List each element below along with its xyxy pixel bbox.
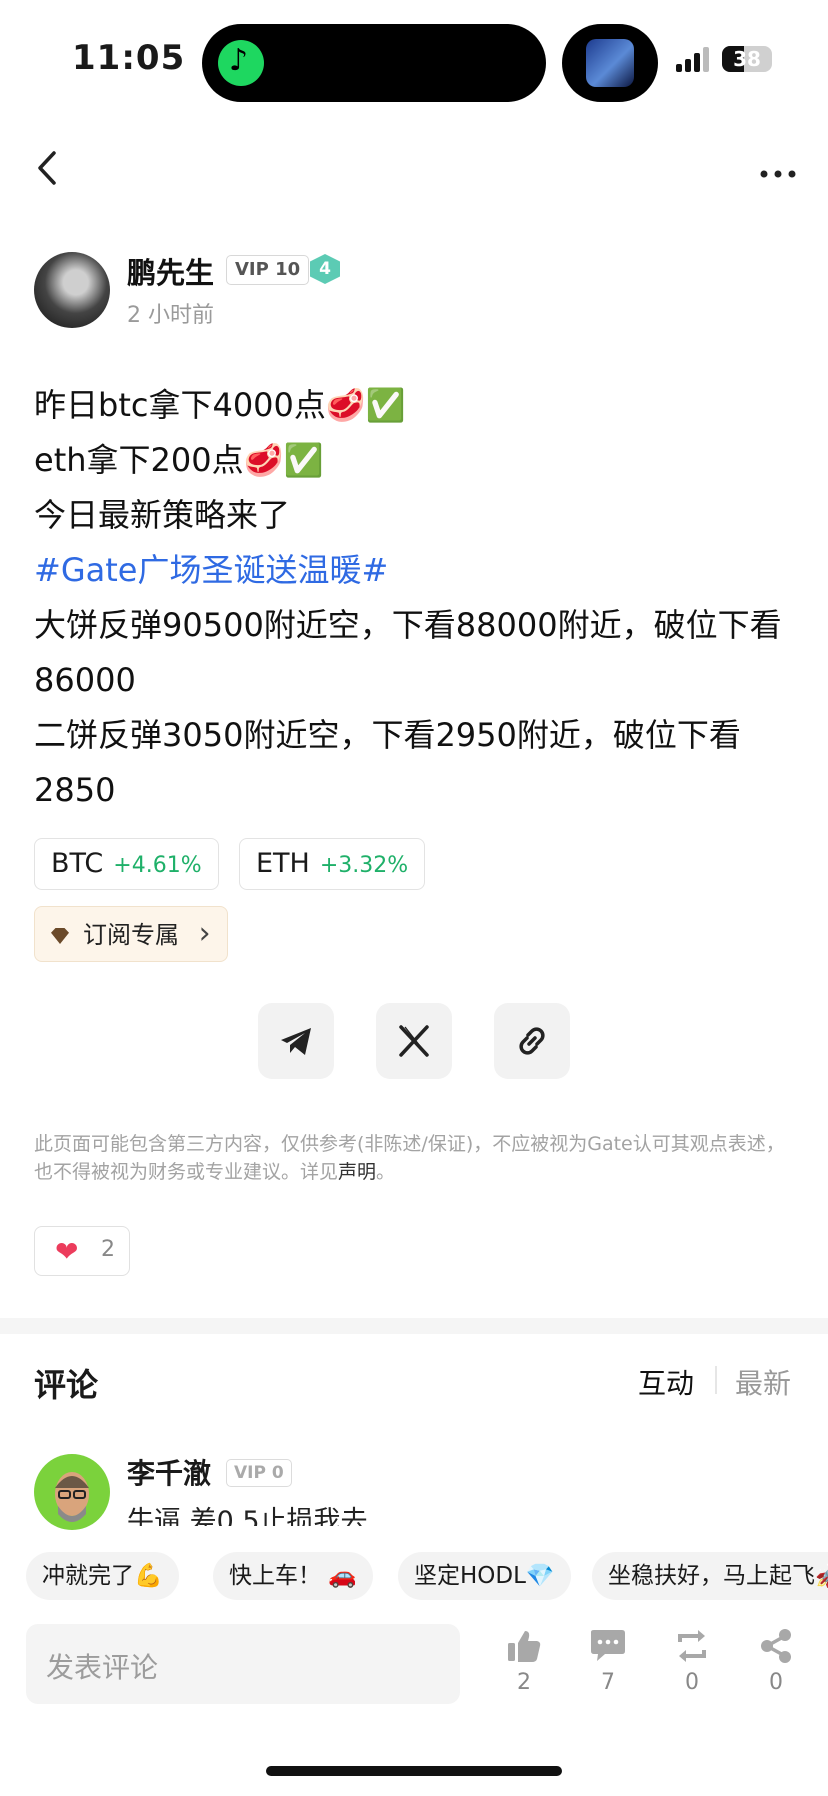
thumbs-up-icon: [508, 1631, 541, 1662]
dynamic-island: [202, 24, 546, 102]
statement-link[interactable]: 声明: [338, 1161, 376, 1183]
chevron-right-icon: ›: [198, 916, 211, 951]
like-action-count: 2: [517, 1670, 531, 1695]
post-content: 昨日btc拿下4000点🥩✅ eth拿下200点🥩✅ 今日最新策略来了 #Gat…: [34, 378, 794, 818]
share-action-count: 0: [769, 1670, 783, 1695]
coin-symbol: ETH: [256, 848, 310, 879]
comment-text: 牛逼 差0.5止损我去: [127, 1506, 368, 1526]
tab-latest[interactable]: 最新: [735, 1362, 791, 1402]
album-art-icon: [586, 39, 634, 87]
commenter-avatar[interactable]: [34, 1454, 110, 1530]
post-line: 二饼反弹3050附近空，下看2950附近，破位下看2850: [34, 716, 741, 809]
battery-level: 38: [733, 47, 761, 71]
subscribe-label: 订阅专属: [83, 921, 179, 949]
like-button[interactable]: ❤ 2: [34, 1226, 130, 1276]
quick-reply-chip[interactable]: 快上车！ 🚗: [213, 1552, 373, 1600]
quick-reply-chip[interactable]: 冲就完了💪: [26, 1552, 179, 1600]
commenter-vip-badge: VIP 0: [226, 1459, 292, 1487]
link-icon: [519, 1027, 545, 1055]
comment-action-count: 7: [601, 1670, 615, 1695]
dynamic-island-activity: [562, 24, 658, 102]
battery-icon: 38: [722, 46, 772, 72]
like-count: 2: [101, 1237, 115, 1262]
post-line: 今日最新策略来了: [34, 496, 291, 534]
level-badge: 4: [310, 254, 340, 284]
repost-icon: [678, 1630, 706, 1662]
comment-icon: [591, 1630, 625, 1661]
tab-separator: [715, 1366, 717, 1394]
comment-input[interactable]: 发表评论: [26, 1624, 460, 1704]
like-action-button[interactable]: 2: [494, 1628, 554, 1695]
telegram-icon: [281, 1028, 311, 1055]
repost-action-count: 0: [685, 1670, 699, 1695]
coin-chip-btc[interactable]: BTC +4.61%: [34, 838, 219, 890]
disclaimer: 此页面可能包含第三方内容，仅供参考(非陈述/保证)，不应被视为Gate认可其观点…: [34, 1130, 794, 1186]
share-action-button[interactable]: 0: [746, 1628, 806, 1695]
author-name[interactable]: 鹏先生: [127, 250, 214, 292]
signal-icon: [676, 46, 710, 72]
tab-interactive[interactable]: 互动: [638, 1362, 694, 1402]
disclaimer-text: 此页面可能包含第三方内容，仅供参考(非陈述/保证)，不应被视为Gate认可其观点…: [34, 1133, 785, 1183]
share-link-button[interactable]: [494, 1003, 570, 1079]
x-icon: [399, 1025, 429, 1057]
status-time: 11:05: [72, 38, 186, 78]
hashtag-link[interactable]: #Gate广场圣诞送温暖#: [34, 543, 794, 598]
post-time: 2 小时前: [127, 303, 214, 328]
coin-change: +3.32%: [319, 853, 409, 878]
back-icon[interactable]: [36, 150, 58, 194]
author-avatar[interactable]: [34, 252, 110, 328]
quick-reply-chip[interactable]: 坚定HODL💎: [398, 1552, 571, 1600]
post-line: 大饼反弹90500附近空，下看88000附近，破位下看86000: [34, 606, 782, 699]
comments-title: 评论: [34, 1366, 99, 1404]
vip-badge: VIP 10: [226, 255, 310, 285]
more-horizontal-icon[interactable]: [760, 146, 796, 186]
comment-input-placeholder: 发表评论: [46, 1651, 159, 1684]
share-telegram-button[interactable]: [258, 1003, 334, 1079]
quick-reply-clip: 坐稳扶好，马上起飞🚀: [592, 1552, 828, 1600]
music-app-icon: [218, 40, 264, 86]
repost-action-button[interactable]: 0: [662, 1628, 722, 1695]
diamond-icon: [51, 928, 69, 944]
quick-reply-chip[interactable]: 坐稳扶好，马上起飞🚀: [592, 1552, 828, 1600]
disclaimer-end: 。: [376, 1161, 396, 1183]
section-divider: [0, 1318, 828, 1334]
post-line: 昨日btc拿下4000点🥩✅: [34, 386, 406, 424]
heart-icon: ❤: [55, 1235, 79, 1268]
share-icon: [761, 1629, 791, 1663]
home-indicator[interactable]: [266, 1766, 562, 1776]
post-line: eth拿下200点🥩✅: [34, 441, 324, 479]
commenter-name[interactable]: 李千澈: [127, 1452, 211, 1492]
comment-text-clip: 牛逼 差0.5止损我去: [127, 1500, 527, 1526]
comment-action-button[interactable]: 7: [578, 1628, 638, 1695]
coin-symbol: BTC: [51, 848, 104, 879]
coin-chip-eth[interactable]: ETH +3.32%: [239, 838, 426, 890]
coin-change: +4.61%: [113, 853, 202, 878]
subscribe-button[interactable]: 订阅专属 ›: [34, 906, 228, 962]
share-x-button[interactable]: [376, 1003, 452, 1079]
